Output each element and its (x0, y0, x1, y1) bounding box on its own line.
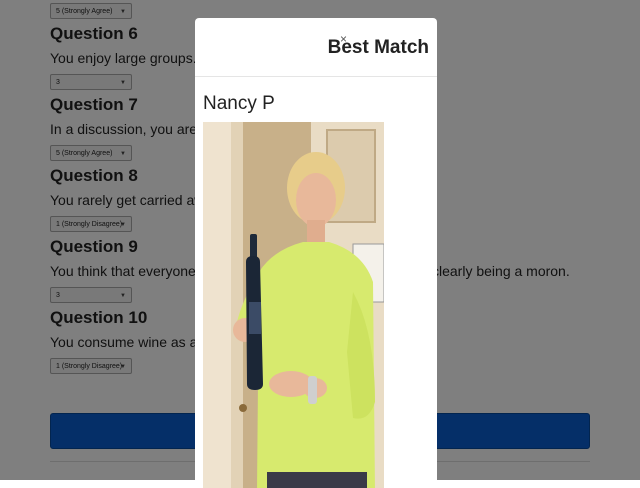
best-match-modal: × Best Match Nancy P (195, 18, 437, 488)
modal-header: × Best Match (195, 18, 437, 77)
modal-title: Best Match (327, 37, 429, 58)
match-photo-illustration (203, 122, 384, 488)
match-name: Nancy P (203, 93, 275, 114)
match-photo (203, 122, 384, 488)
